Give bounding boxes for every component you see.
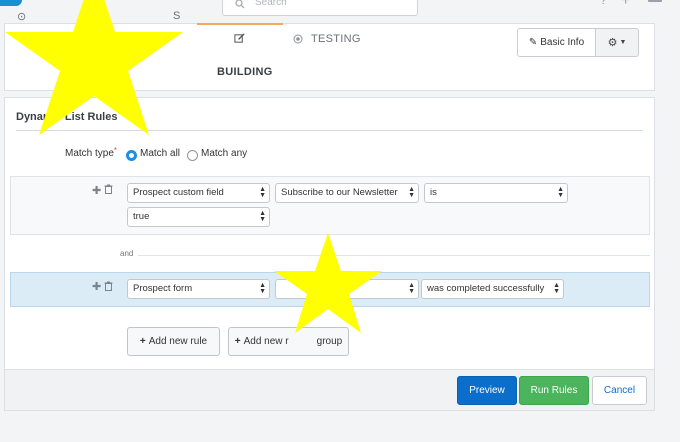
step-previous[interactable]: ⊙ [17, 10, 27, 23]
connector-label: and [120, 249, 134, 258]
add-group-label-end: group [316, 336, 343, 347]
match-any-label[interactable]: Match any [201, 148, 247, 159]
basic-info-label: Basic Info [540, 37, 585, 48]
step-previous-label[interactable]: S [173, 10, 181, 22]
user-menu-icon[interactable] [648, 0, 662, 2]
required-marker: * [113, 146, 118, 155]
rule1-attribute-value: Subscribe to our Newsletter [281, 187, 398, 198]
trash-icon[interactable] [104, 184, 113, 197]
rule2-field-value: Prospect form [133, 283, 193, 294]
match-all-label[interactable]: Match all [140, 148, 180, 159]
plus-icon: + [139, 336, 146, 347]
select-caret-icon: ▲ ▼ [259, 282, 266, 295]
rule2-operator-select[interactable]: was completed successfully ▲ ▼ [421, 279, 564, 299]
cancel-button[interactable]: Cancel [592, 376, 647, 405]
preview-label: Preview [469, 385, 505, 396]
target-icon [293, 34, 303, 47]
rule1-operator-value: is [430, 187, 437, 198]
gear-icon: ⚙ [607, 37, 618, 49]
step-previous-icon: ⊙ [17, 11, 27, 23]
connector-line [138, 255, 650, 256]
select-caret-icon: ▲ ▼ [557, 186, 564, 199]
rule2-attribute-select[interactable]: ▲ ▼ [275, 279, 419, 299]
pencil-icon: ✎ [528, 37, 538, 48]
rule1-field-value: Prospect custom field [133, 187, 224, 198]
select-caret-icon: ▲ ▼ [553, 282, 560, 295]
match-all-radio[interactable] [126, 150, 137, 161]
run-rules-button[interactable]: Run Rules [519, 376, 589, 405]
search-input[interactable]: Search [222, 0, 418, 16]
rule1-value-select[interactable]: true ▲ ▼ [127, 207, 270, 227]
dynamic-list-rules-panel [4, 97, 655, 411]
rule1-value-text: true [133, 211, 150, 222]
rule1-field-select[interactable]: Prospect custom field ▲ ▼ [127, 183, 270, 203]
rule1-attribute-select[interactable]: Subscribe to our Newsletter ▲ ▼ [275, 183, 419, 203]
match-type-label: Match type* [65, 146, 118, 159]
select-caret-icon: ▲ ▼ [408, 282, 415, 295]
basic-info-button[interactable]: ✎ Basic Info [517, 28, 596, 57]
add-condition-icon[interactable]: ✚ [92, 280, 101, 293]
add-new-rule-group-button[interactable]: + Add new r group [228, 327, 349, 356]
cancel-label: Cancel [603, 385, 636, 396]
divider [16, 130, 643, 131]
rules-title: Dynamic List Rules [16, 111, 118, 123]
trash-icon[interactable] [104, 281, 113, 294]
match-any-radio[interactable] [187, 150, 198, 161]
add-rule-label: Add new rule [148, 336, 208, 347]
step-testing[interactable]: TESTING [311, 33, 361, 45]
app-logo[interactable] [0, 0, 22, 6]
plus-icon: + [234, 336, 241, 347]
add-condition-icon[interactable]: ✚ [92, 184, 101, 197]
match-type-text: Match type [65, 148, 114, 159]
run-rules-label: Run Rules [530, 385, 578, 396]
help-icon[interactable]: ? [600, 0, 607, 7]
preview-button[interactable]: Preview [457, 376, 517, 405]
add-new-rule-button[interactable]: + Add new rule [127, 327, 220, 356]
plus-icon[interactable]: + [621, 0, 630, 10]
select-caret-icon: ▲ ▼ [259, 186, 266, 199]
edit-icon [234, 33, 245, 47]
rule2-operator-value: was completed successfully [427, 283, 545, 294]
select-caret-icon: ▲ ▼ [408, 186, 415, 199]
rule1-operator-select[interactable]: is ▲ ▼ [424, 183, 568, 203]
select-caret-icon: ▲ ▼ [259, 210, 266, 223]
search-placeholder: Search [255, 0, 287, 8]
add-group-label-start: Add new r [243, 336, 289, 347]
active-step-indicator [197, 23, 283, 25]
step-building[interactable]: BUILDING [217, 66, 273, 78]
search-icon [235, 0, 245, 9]
rule2-field-select[interactable]: Prospect form ▲ ▼ [127, 279, 270, 299]
caret-down-icon: ▼ [619, 39, 627, 46]
settings-dropdown-button[interactable]: ⚙ ▼ [595, 28, 639, 57]
